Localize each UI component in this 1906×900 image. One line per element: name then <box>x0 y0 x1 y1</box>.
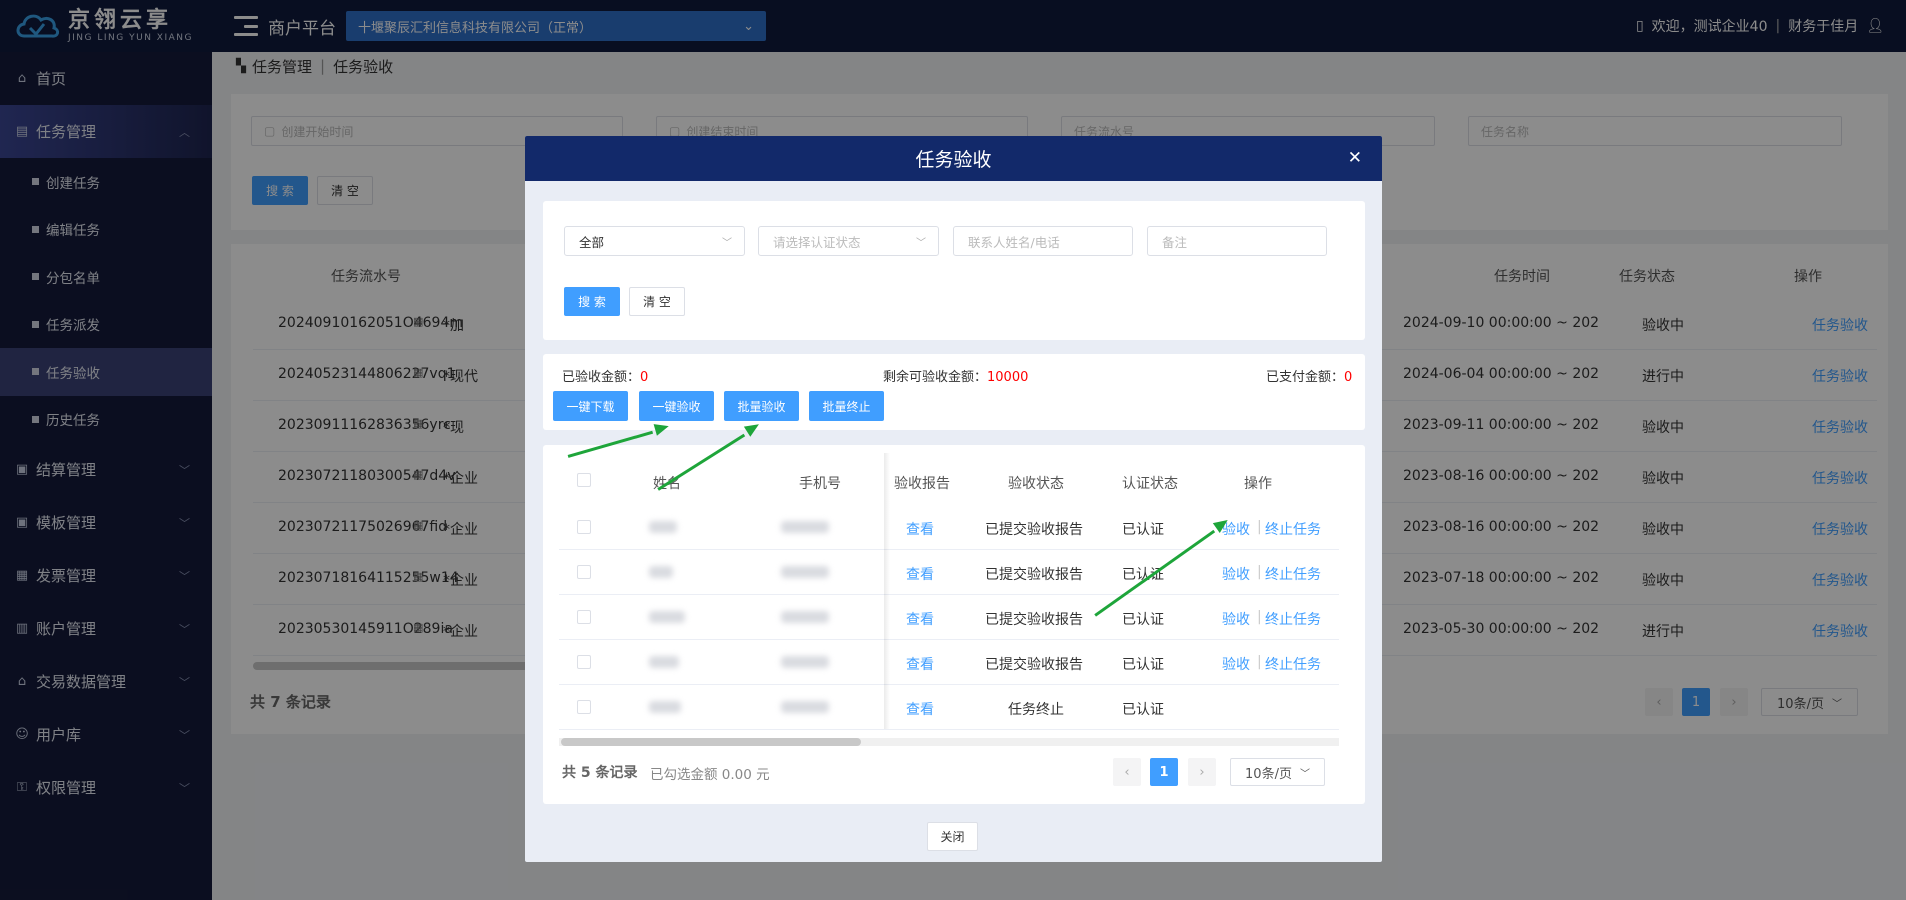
blurred-phone <box>781 521 829 533</box>
th-accept-status: 验收状态 <box>1008 476 1064 492</box>
table-horizontal-scrollbar[interactable] <box>561 738 861 746</box>
blurred-phone <box>781 701 829 713</box>
blurred-name <box>649 656 679 668</box>
view-report-link[interactable]: 查看 <box>906 519 934 539</box>
close-icon[interactable]: ✕ <box>1348 148 1362 168</box>
auth-status-select[interactable]: 请选择认证状态 ﹀ <box>758 226 939 256</box>
select-all-checkbox[interactable] <box>577 473 591 487</box>
accept-status: 已提交验收报告 <box>985 657 1083 673</box>
accept-link[interactable]: 验收 <box>1222 564 1250 584</box>
th-op: 操作 <box>1244 476 1272 492</box>
modal-table-card: 姓名 手机号 验收报告 验收状态 认证状态 操作 查看已提交验收报告已认证验收|… <box>543 445 1365 804</box>
one-click-accept-button[interactable]: 一键验收 <box>639 391 714 421</box>
view-report-link[interactable]: 查看 <box>906 609 934 629</box>
accepted-amount: 已验收金额：0 <box>562 370 649 385</box>
modal-clear-button[interactable]: 清 空 <box>629 287 685 316</box>
th-phone: 手机号 <box>799 476 841 492</box>
accept-link[interactable]: 验收 <box>1222 654 1250 674</box>
terminate-task-link[interactable]: 终止任务 <box>1265 564 1321 584</box>
modal-header: 任务验收 ✕ <box>525 136 1382 181</box>
auth-status: 已认证 <box>1122 702 1164 718</box>
blurred-name <box>649 521 677 533</box>
blurred-name <box>649 701 681 713</box>
row-checkbox[interactable] <box>577 655 591 669</box>
terminate-task-link[interactable]: 终止任务 <box>1265 609 1321 629</box>
chevron-down-icon: ﹀ <box>916 238 926 249</box>
type-select[interactable]: 全部 ﹀ <box>564 226 745 256</box>
chevron-down-icon: ﹀ <box>1299 768 1310 780</box>
view-report-link[interactable]: 查看 <box>906 699 934 719</box>
modal-title: 任务验收 <box>915 149 992 171</box>
modal-page-size-select[interactable]: 10条/页 ﹀ <box>1230 758 1325 786</box>
table-row: 查看 已提交验收报告 已认证 验收 | 终止任务 <box>559 595 1339 640</box>
batch-terminate-button[interactable]: 批量终止 <box>809 391 884 421</box>
remark-input[interactable]: 备注 <box>1147 226 1327 256</box>
blurred-phone <box>781 611 829 623</box>
row-checkbox[interactable] <box>577 700 591 714</box>
contact-input[interactable]: 联系人姓名/电话 <box>953 226 1133 256</box>
accept-status: 已提交验收报告 <box>985 522 1083 538</box>
modal-prev-page-button[interactable]: ‹ <box>1113 758 1141 786</box>
table-row: 查看 已提交验收报告 已认证 验收 | 终止任务 <box>559 550 1339 595</box>
terminate-task-link[interactable]: 终止任务 <box>1265 654 1321 674</box>
blurred-name <box>649 566 673 578</box>
one-click-download-button[interactable]: 一键下载 <box>553 391 628 421</box>
row-checkbox[interactable] <box>577 520 591 534</box>
modal-page-number[interactable]: 1 <box>1150 758 1178 786</box>
th-report: 验收报告 <box>894 476 950 492</box>
modal-total-count: 共 5 条记录 <box>562 765 638 781</box>
remaining-amount: 剩余可验收金额：10000 <box>883 370 1029 385</box>
task-acceptance-modal: 任务验收 ✕ 全部 ﹀ 请选择认证状态 ﹀ 联系人姓名/电话 备注 搜 索 清 空 … <box>525 136 1382 862</box>
modal-next-page-button[interactable]: › <box>1188 758 1216 786</box>
paid-amount: 已支付金额：0 <box>1266 370 1353 385</box>
accept-status: 已提交验收报告 <box>985 612 1083 628</box>
auth-status: 已认证 <box>1122 522 1164 538</box>
terminate-task-link[interactable]: 终止任务 <box>1265 519 1321 539</box>
modal-filter-card: 全部 ﹀ 请选择认证状态 ﹀ 联系人姓名/电话 备注 搜 索 清 空 <box>543 201 1365 340</box>
batch-accept-button[interactable]: 批量验收 <box>724 391 799 421</box>
blurred-phone <box>781 656 829 668</box>
row-checkbox[interactable] <box>577 610 591 624</box>
th-auth-status: 认证状态 <box>1122 476 1178 492</box>
modal-close-button[interactable]: 关闭 <box>927 822 978 851</box>
accept-status: 已提交验收报告 <box>985 567 1083 583</box>
table-row: 查看 任务终止 已认证 <box>559 685 1339 730</box>
view-report-link[interactable]: 查看 <box>906 564 934 584</box>
accept-status: 任务终止 <box>1008 702 1064 718</box>
auth-status: 已认证 <box>1122 657 1164 673</box>
table-row: 查看 已提交验收报告 已认证 验收 | 终止任务 <box>559 640 1339 685</box>
auth-status: 已认证 <box>1122 612 1164 628</box>
row-checkbox[interactable] <box>577 565 591 579</box>
modal-search-button[interactable]: 搜 索 <box>564 287 620 316</box>
selected-amount: 已勾选金额 0.00 元 <box>650 767 770 783</box>
chevron-down-icon: ﹀ <box>722 238 732 249</box>
summary-card: 已验收金额：0 剩余可验收金额：10000 已支付金额：0 一键下载 一键验收 … <box>543 354 1365 430</box>
view-report-link[interactable]: 查看 <box>906 654 934 674</box>
blurred-name <box>649 611 685 623</box>
blurred-phone <box>781 566 829 578</box>
accept-link[interactable]: 验收 <box>1222 609 1250 629</box>
